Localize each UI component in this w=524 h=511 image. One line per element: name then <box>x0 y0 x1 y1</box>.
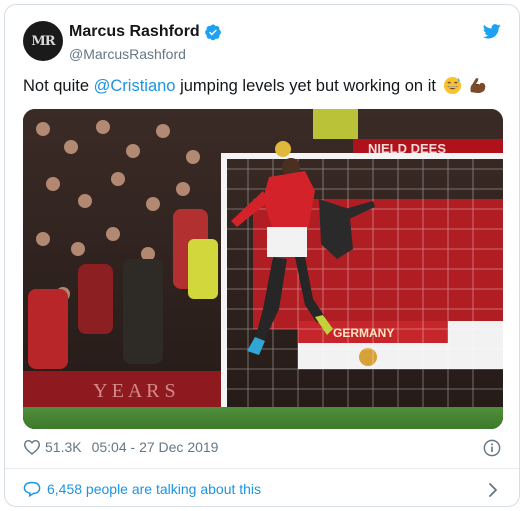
mention-link[interactable]: @Cristiano <box>94 77 176 95</box>
like-count[interactable]: 51.3K <box>45 439 82 455</box>
talking-about-link[interactable]: 6,458 people are talking about this <box>23 481 261 497</box>
tweet-text-end: jumping levels yet but working on it <box>175 77 436 95</box>
tweet-text-start: Not quite <box>23 77 94 95</box>
chevron-right-icon[interactable] <box>487 482 499 498</box>
speech-bubble-icon <box>23 481 41 497</box>
heart-icon[interactable] <box>23 439 41 455</box>
tweet-text: Not quite @Cristiano jumping levels yet … <box>23 75 513 97</box>
author-name-row[interactable]: Marcus Rashford <box>69 23 222 41</box>
info-icon[interactable] <box>483 439 501 457</box>
banner-text: GERMANY <box>333 326 394 340</box>
divider <box>5 468 519 469</box>
author-display-name[interactable]: Marcus Rashford <box>69 23 200 41</box>
author-handle[interactable]: @MarcusRashford <box>69 46 186 62</box>
sweat-smile-emoji-icon <box>443 76 461 95</box>
tweet-timestamp[interactable]: 05:04 - 27 Dec 2019 <box>92 439 219 455</box>
tweet-card: MR Marcus Rashford @MarcusRashford Not q… <box>4 4 520 507</box>
talking-about-text[interactable]: 6,458 people are talking about this <box>47 481 261 497</box>
verified-badge-icon <box>204 24 221 41</box>
twitter-bird-icon[interactable] <box>483 24 501 39</box>
svg-text:Y E A R S: Y E A R S <box>93 380 176 402</box>
tweet-meta: 51.3K 05:04 - 27 Dec 2019 <box>23 439 218 455</box>
tweet-photo[interactable]: NIELD DEES GERMANY Y E A R S <box>23 109 503 429</box>
flexed-biceps-emoji-icon <box>470 78 486 94</box>
photo-scene: NIELD DEES GERMANY Y E A R S <box>23 109 503 429</box>
avatar[interactable]: MR <box>23 21 63 61</box>
avatar-monogram: MR <box>31 33 55 49</box>
